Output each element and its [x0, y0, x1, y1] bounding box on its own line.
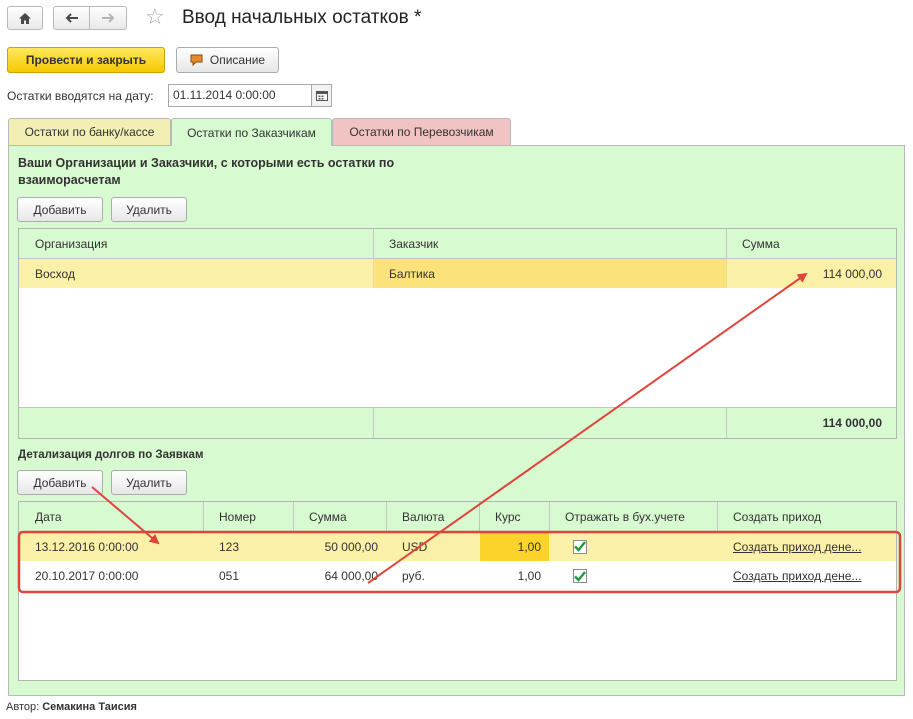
customers-table-header: Организация Заказчик Сумма: [19, 229, 896, 259]
tab-carriers[interactable]: Остатки по Перевозчикам: [332, 118, 511, 145]
sum-cell[interactable]: 114 000,00: [727, 259, 890, 288]
number-cell[interactable]: 051: [211, 561, 291, 591]
create-receipt-link[interactable]: Создать приход дене...: [725, 532, 890, 561]
reflect-checkbox[interactable]: [573, 569, 587, 583]
calendar-button[interactable]: [312, 84, 332, 107]
details-table-header: Дата Номер Сумма Валюта Курс Отражать в …: [19, 502, 896, 532]
tab-customers-label: Остатки по Заказчикам: [187, 125, 316, 140]
column-header-create[interactable]: Создать приход: [725, 502, 890, 531]
checkmark-icon: [574, 541, 586, 552]
table-row[interactable]: 13.12.2016 0:00:00 123 50 000,00 USD 1,0…: [19, 532, 896, 561]
table-row[interactable]: 20.10.2017 0:00:00 051 64 000,00 руб. 1,…: [19, 561, 896, 591]
customers-section-title: Ваши Организации и Заказчики, с которыми…: [18, 156, 395, 187]
balance-date-input[interactable]: 01.11.2014 0:00:00: [168, 84, 312, 107]
description-button-label: Описание: [209, 53, 266, 67]
tab-customers[interactable]: Остатки по Заказчикам: [171, 118, 332, 146]
author-line: Автор: Семакина Таисия: [6, 701, 137, 713]
back-button[interactable]: [53, 6, 90, 30]
column-header-date[interactable]: Дата: [27, 502, 197, 531]
date-cell[interactable]: 20.10.2017 0:00:00: [27, 561, 197, 591]
author-name: Семакина Таисия: [42, 701, 137, 713]
checkmark-icon: [574, 570, 586, 582]
forward-button[interactable]: [89, 6, 127, 30]
reflect-checkbox[interactable]: [573, 539, 587, 554]
table-row[interactable]: Восход Балтика 114 000,00: [19, 259, 896, 288]
home-button[interactable]: [7, 6, 43, 30]
customer-cell[interactable]: Балтика: [374, 259, 726, 288]
customers-table-footer: 114 000,00: [19, 407, 896, 438]
column-header-sum[interactable]: Сумма: [734, 229, 884, 258]
customers-table: Организация Заказчик Сумма Восход Балтик…: [18, 228, 897, 439]
home-icon: [19, 12, 31, 24]
column-header-customer[interactable]: Заказчик: [381, 229, 721, 258]
add-detail-button[interactable]: Добавить: [17, 470, 103, 495]
sum-cell[interactable]: 50 000,00: [294, 532, 386, 561]
rate-cell[interactable]: 1,00: [480, 532, 549, 561]
tab-bank-cash-label: Остатки по банку/кассе: [24, 125, 155, 139]
reflect-cell[interactable]: [565, 532, 605, 561]
favorite-star-icon[interactable]: ☆: [145, 5, 165, 29]
column-header-reflect[interactable]: Отражать в бух.учете: [557, 502, 717, 531]
calendar-icon: [315, 91, 328, 101]
tab-bank-cash[interactable]: Остатки по банку/кассе: [8, 118, 171, 145]
page-title: Ввод начальных остатков *: [182, 7, 422, 28]
post-and-close-button[interactable]: Провести и закрыть: [7, 47, 165, 73]
date-cell[interactable]: 13.12.2016 0:00:00: [27, 532, 197, 561]
organization-cell[interactable]: Восход: [27, 259, 367, 288]
rate-cell[interactable]: 1,00: [480, 561, 549, 591]
tab-carriers-label: Остатки по Перевозчикам: [349, 125, 494, 139]
customers-total: 114 000,00: [822, 416, 882, 430]
customers-tab-panel: Ваши Организации и Заказчики, с которыми…: [8, 145, 905, 696]
sum-cell[interactable]: 64 000,00: [294, 561, 386, 591]
currency-cell[interactable]: руб.: [394, 561, 474, 591]
currency-cell[interactable]: USD: [394, 532, 474, 561]
column-header-sum[interactable]: Сумма: [301, 502, 381, 531]
delete-detail-button[interactable]: Удалить: [111, 470, 187, 495]
date-field-label: Остатки вводятся на дату:: [7, 89, 154, 103]
column-header-number[interactable]: Номер: [211, 502, 291, 531]
add-customer-button[interactable]: Добавить: [17, 197, 103, 222]
column-header-rate[interactable]: Курс: [487, 502, 547, 531]
details-section-title: Детализация долгов по Заявкам: [18, 449, 204, 461]
column-header-currency[interactable]: Валюта: [394, 502, 474, 531]
delete-customer-button[interactable]: Удалить: [111, 197, 187, 222]
arrow-right-icon: [102, 13, 115, 23]
details-table: Дата Номер Сумма Валюта Курс Отражать в …: [18, 501, 897, 681]
column-header-organization[interactable]: Организация: [27, 229, 367, 258]
comment-icon: [190, 54, 203, 66]
description-button[interactable]: Описание: [176, 47, 279, 73]
reflect-cell[interactable]: [565, 561, 605, 591]
author-label: Автор:: [6, 701, 40, 713]
create-receipt-link[interactable]: Создать приход дене...: [725, 561, 890, 591]
arrow-left-icon: [65, 13, 78, 23]
number-cell[interactable]: 123: [211, 532, 291, 561]
